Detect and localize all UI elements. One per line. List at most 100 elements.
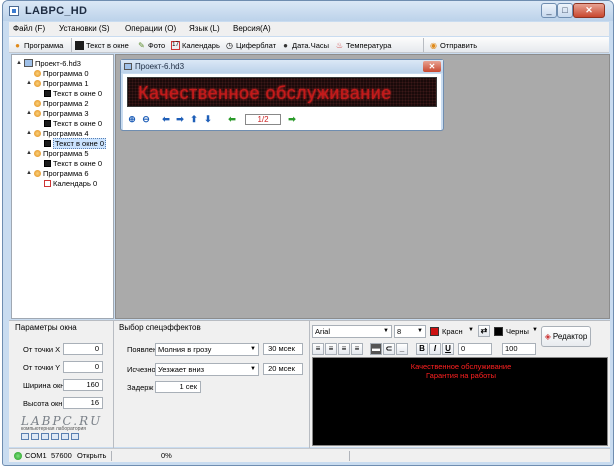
tree-item-text[interactable]: Текст в окне 0	[36, 137, 107, 149]
effects-header: Выбор спецэффектов	[119, 323, 201, 332]
datetime-icon: ●	[283, 40, 288, 50]
spacing-input[interactable]: 0	[458, 343, 492, 355]
child-window-title: Проект-6.hd3	[135, 62, 185, 71]
underline-bar-icon[interactable]: _	[396, 343, 408, 355]
program-icon	[34, 149, 41, 157]
child-title-bar[interactable]: Проект-6.hd3 ✕	[121, 60, 443, 73]
program-icon: ●	[15, 40, 20, 50]
project-tree: ▲ Проект-6.hd3 Программа 0 ▲ Программа 1 Текс…	[11, 54, 114, 319]
logo-icon-3	[41, 433, 49, 440]
appear-time-input[interactable]: 30 мсек	[263, 343, 303, 355]
align-left-icon[interactable]: ≡	[312, 343, 324, 355]
bold-button[interactable]: B	[416, 343, 428, 355]
width-input[interactable]: 160	[63, 379, 103, 391]
menu-version[interactable]: Версия(A)	[233, 24, 271, 33]
expander-icon[interactable]: ▲	[26, 80, 32, 86]
redactor-label: Редактор	[552, 332, 588, 341]
toolbar-send-button[interactable]: ◉ Отправить	[429, 39, 477, 51]
height-input[interactable]: 16	[63, 397, 103, 409]
expander-icon[interactable]: ▲	[26, 150, 32, 156]
zoom-in-icon[interactable]: ⊕	[127, 114, 137, 124]
swap-colors-icon[interactable]: ⇄	[478, 325, 490, 337]
tree-item-program[interactable]: ▲ Программа 4	[26, 128, 89, 138]
tree-item-project[interactable]: ▲ Проект-6.hd3	[16, 58, 81, 68]
zoom-out-icon[interactable]: ⊖	[141, 114, 151, 124]
font-select[interactable]: Arial ▼	[312, 325, 392, 338]
edit-icon: ◈	[544, 332, 551, 341]
expander-icon[interactable]: ▲	[26, 110, 32, 116]
toolbar-datetime-button[interactable]: ● Дата.Часы	[281, 39, 329, 51]
logo-icon-1	[21, 433, 29, 440]
chevron-down-icon[interactable]: ▼	[468, 327, 474, 333]
child-close-button[interactable]: ✕	[423, 61, 441, 72]
toolbar-calendar-label: Календарь	[182, 40, 220, 50]
tree-item-calendar[interactable]: Календарь 0	[36, 178, 97, 188]
text-border-icon[interactable]: ⊂	[383, 343, 395, 355]
expander-icon[interactable]: ▲	[26, 130, 32, 136]
toolbar-photo-button[interactable]: ✎ Фото	[137, 39, 165, 51]
text-editor-area[interactable]: Качественное обслуживание Гарантия на ра…	[312, 357, 608, 446]
program-icon	[34, 79, 41, 87]
y-input[interactable]: 0	[63, 361, 103, 373]
expander-icon[interactable]: ▲	[16, 60, 22, 66]
close-button[interactable]: ✕	[573, 3, 605, 18]
scale-input[interactable]: 100	[502, 343, 536, 355]
tree-item-label: Программа 5	[43, 148, 89, 158]
arrow-right-icon[interactable]: ➡	[175, 114, 185, 124]
arrow-up-icon[interactable]: ⬆	[189, 114, 199, 124]
tree-item-program[interactable]: Программа 2	[26, 98, 89, 108]
underline-button[interactable]: U	[442, 343, 454, 355]
align-center-icon[interactable]: ≡	[325, 343, 337, 355]
minimize-button[interactable]: _	[541, 3, 557, 18]
valign-icon[interactable]: ▬	[370, 343, 382, 355]
prev-page-icon[interactable]: ⬅	[227, 114, 237, 124]
menu-file[interactable]: Файл (F)	[13, 24, 45, 33]
tree-item-program[interactable]: ▲ Программа 6	[26, 168, 89, 178]
menu-language[interactable]: Язык (L)	[189, 24, 220, 33]
project-child-window: Проект-6.hd3 ✕ Качественное обслуживание…	[120, 59, 444, 131]
tree-item-label: Календарь 0	[53, 178, 98, 188]
align-right-icon[interactable]: ≡	[338, 343, 350, 355]
chevron-down-icon: ▼	[383, 328, 389, 334]
toolbar-calendar-button[interactable]: 17 Календарь	[171, 39, 220, 51]
next-page-icon[interactable]: ➡	[287, 114, 297, 124]
tree-item-program[interactable]: ▲ Программа 3	[26, 108, 89, 118]
bg-color-label[interactable]: Черны	[506, 327, 529, 336]
calendar-icon: 17	[171, 40, 180, 50]
redactor-button[interactable]: ◈ Редактор	[541, 326, 591, 347]
menu-settings[interactable]: Установки (S)	[59, 24, 110, 33]
toolbar-text-window-button[interactable]: Текст в окне	[75, 39, 129, 51]
x-input[interactable]: 0	[63, 343, 103, 355]
toolbar-temperature-button[interactable]: ♨ Температура	[335, 39, 392, 51]
logo-icon-5	[61, 433, 69, 440]
toolbar-clock-button[interactable]: ◷ Циферблат	[225, 39, 276, 51]
maximize-button[interactable]: □	[557, 3, 573, 18]
appear-effect-select[interactable]: Молния в грозу ▼	[155, 343, 259, 356]
arrow-down-icon[interactable]: ⬇	[203, 114, 213, 124]
status-port: COM1	[25, 451, 47, 460]
toolbar-program-button[interactable]: ● Программа	[13, 39, 63, 51]
tree-item-program[interactable]: ▲ Программа 1	[26, 78, 89, 88]
arrow-left-icon[interactable]: ⬅	[161, 114, 171, 124]
delay-input[interactable]: 1 сек	[155, 381, 201, 393]
params-header: Параметры окна	[15, 323, 77, 332]
vanish-time-input[interactable]: 20 мсек	[263, 363, 303, 375]
tree-item-text[interactable]: Текст в окне 0	[36, 158, 102, 168]
italic-button[interactable]: I	[429, 343, 441, 355]
y-label: От точки Y	[23, 363, 61, 372]
tree-item-program[interactable]: ▲ Программа 5	[26, 148, 89, 158]
app-icon	[9, 6, 19, 16]
expander-icon[interactable]: ▲	[26, 170, 32, 176]
menu-operations[interactable]: Операции (O)	[125, 24, 176, 33]
tree-item-program[interactable]: Программа 0	[26, 68, 89, 78]
align-justify-icon[interactable]: ≡	[351, 343, 363, 355]
toolbar-text-window-label: Текст в окне	[86, 40, 129, 50]
chevron-down-icon: ▼	[417, 328, 423, 334]
chevron-down-icon[interactable]: ▼	[532, 327, 538, 333]
tree-item-label: Проект-6.hd3	[35, 58, 81, 68]
vanish-effect-select[interactable]: Уезжает вниз ▼	[155, 363, 259, 376]
tree-item-text[interactable]: Текст в окне 0	[36, 118, 102, 128]
font-size-select[interactable]: 8 ▼	[394, 325, 426, 338]
text-color-label[interactable]: Красн	[442, 327, 463, 336]
tree-item-text[interactable]: Текст в окне 0	[36, 88, 102, 98]
